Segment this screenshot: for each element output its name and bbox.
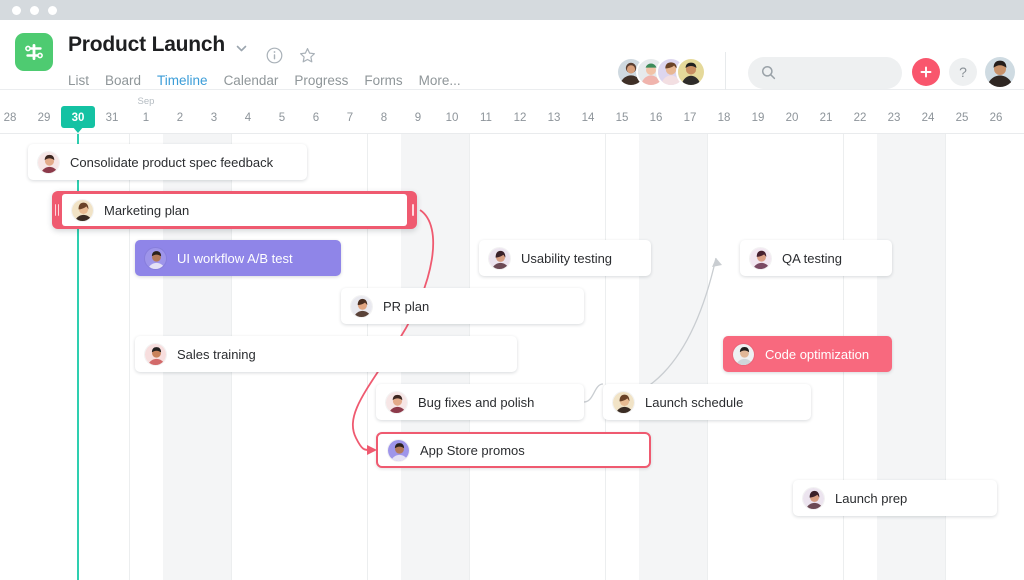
avatar [732,342,755,366]
avatar [385,390,408,414]
timeline-task-bar[interactable]: Usability testing [479,240,651,276]
help-button[interactable]: ? [949,58,977,86]
avatar [387,438,410,462]
avatar [350,294,373,318]
ruler-day[interactable]: 18 [707,112,741,124]
ruler-day[interactable]: 19 [741,112,775,124]
star-outline-icon[interactable] [299,47,316,69]
ruler-day[interactable]: 17 [673,112,707,124]
ruler-day[interactable]: 15 [605,112,639,124]
task-name: Consolidate product spec feedback [70,154,274,170]
grid-line [707,134,708,580]
resize-handle-left[interactable] [55,204,59,216]
ruler-day[interactable]: 20 [775,112,809,124]
ruler-day[interactable]: 1 [129,112,163,124]
task-name: Marketing plan [104,202,190,218]
timeline-task-bar[interactable]: Marketing plan [52,191,417,229]
ruler-day[interactable]: 13 [537,112,571,124]
avatar [144,246,167,270]
avatar [612,390,635,414]
timeline-task-bar[interactable]: Consolidate product spec feedback [28,144,307,180]
avatar[interactable] [676,57,706,87]
ruler-day[interactable]: 4 [231,112,265,124]
ruler-day[interactable]: 2 [163,112,197,124]
task-name: Sales training [177,346,256,362]
timeline-task-bar[interactable]: PR plan [341,288,584,324]
minimize-icon[interactable] [30,6,39,15]
ruler-day[interactable]: 12 [503,112,537,124]
ruler-day[interactable]: 24 [911,112,945,124]
ruler-day[interactable]: 7 [333,112,367,124]
task-name: UI workflow A/B test [177,250,293,266]
info-circle-icon[interactable] [266,47,283,69]
window-chrome [0,0,1024,20]
search-input[interactable] [782,57,894,89]
timeline-task-bar[interactable]: UI workflow A/B test [135,240,341,276]
task-name: Launch prep [835,490,908,506]
dependency-line [583,383,604,403]
month-label: Sep [137,96,155,107]
weekend-column [673,134,707,580]
ruler-day[interactable]: 23 [877,112,911,124]
timeline-task-bar[interactable]: App Store promos [376,432,651,468]
ruler-day[interactable]: 5 [265,112,299,124]
search-field[interactable] [748,57,902,89]
task-name: Launch schedule [645,394,744,410]
task-name: PR plan [383,298,430,314]
avatar [71,198,94,222]
timeline-ruler: 28 29 30 31 Sep 1 2 3 4 5 6 7 8 9 10 11 12 13 14 15 16 17 18 19… [0,90,1024,134]
ruler-day[interactable]: 29 [27,112,61,124]
timeline-task-bar[interactable]: Launch prep [793,480,997,516]
timeline-task-bar[interactable]: Bug fixes and polish [376,384,584,420]
page-title: Product Launch [68,33,226,56]
timeline-task-bar[interactable]: Code optimization [723,336,892,372]
timeline-grid[interactable]: Consolidate product spec feedback Marketi… [0,134,1024,580]
task-name: Bug fixes and polish [418,394,535,410]
dependency-arrow [712,258,722,267]
ruler-day[interactable]: 21 [809,112,843,124]
ruler-day[interactable]: 16 [639,112,673,124]
app-header: Product Launch List Board Timeline Calen… [0,20,1024,100]
task-name: App Store promos [420,442,525,458]
weekend-column [639,134,673,580]
header-divider [725,52,726,90]
ruler-day[interactable]: 11 [469,112,503,124]
close-icon[interactable] [12,6,21,15]
ruler-day[interactable]: 10 [435,112,469,124]
account-avatar[interactable] [985,57,1015,87]
project-logo-icon [15,33,53,71]
ruler-day[interactable]: 25 [945,112,979,124]
search-icon [761,65,776,85]
avatar [802,486,825,510]
resize-handle-right[interactable] [412,204,414,216]
ruler-day[interactable]: 14 [571,112,605,124]
ruler-day-today[interactable]: 30 [61,112,95,124]
avatar [749,246,772,270]
timeline-task-bar[interactable]: Launch schedule [603,384,811,420]
ruler-day[interactable]: 22 [843,112,877,124]
add-task-button[interactable] [912,58,940,86]
ruler-day[interactable]: 9 [401,112,435,124]
task-name: QA testing [782,250,842,266]
ruler-day[interactable]: 28 [0,112,27,124]
task-name: Usability testing [521,250,613,266]
task-name: Code optimization [765,346,870,362]
avatar [488,246,511,270]
grid-line [605,134,606,580]
ruler-day[interactable]: 3 [197,112,231,124]
timeline-task-bar[interactable]: Sales training [135,336,517,372]
avatar [144,342,167,366]
timeline-app: Product Launch List Board Timeline Calen… [0,0,1024,580]
ruler-day[interactable]: 6 [299,112,333,124]
chevron-down-icon[interactable] [235,42,248,60]
avatar [37,150,60,174]
maximize-icon[interactable] [48,6,57,15]
ruler-day[interactable]: 8 [367,112,401,124]
ruler-day[interactable]: 26 [979,112,1013,124]
timeline-task-bar[interactable]: QA testing [740,240,892,276]
ruler-day[interactable]: 31 [95,112,129,124]
